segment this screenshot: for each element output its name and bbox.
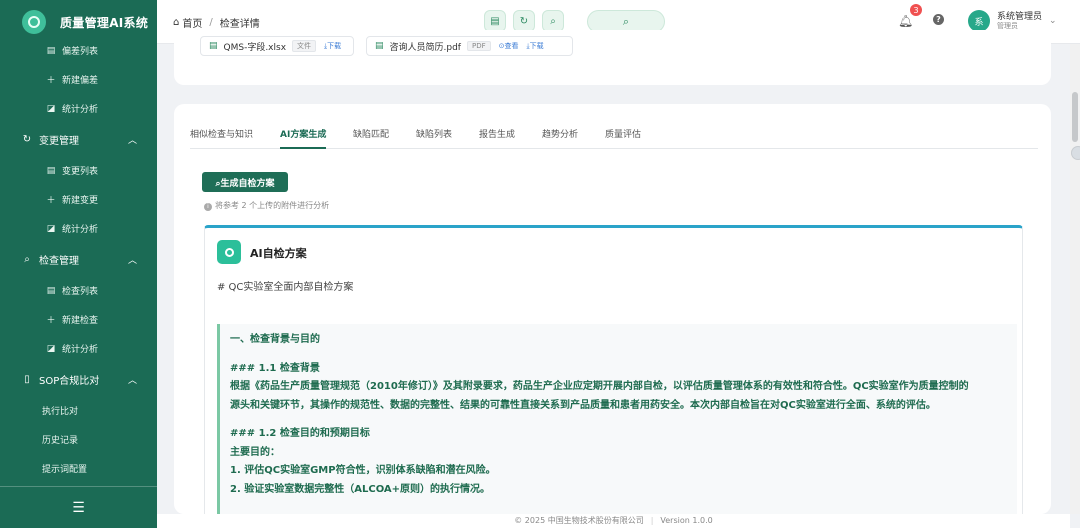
tab-ai-plan[interactable]: AI方案生成 bbox=[280, 127, 326, 140]
list-icon: ▤ bbox=[46, 45, 56, 56]
breadcrumb-separator: / bbox=[209, 17, 213, 28]
chevron-down-icon[interactable]: ⌄ bbox=[1049, 16, 1057, 26]
floating-widget[interactable] bbox=[1071, 146, 1080, 160]
attachment-type-tag: 文件 bbox=[292, 40, 317, 52]
tab-defect-match[interactable]: 缺陷匹配 bbox=[353, 127, 389, 140]
subsection-heading: ### 1.2 检查目的和预期目标 bbox=[230, 428, 370, 439]
generate-plan-button[interactable]: ⌕生成自检方案 bbox=[202, 172, 288, 192]
plus-icon: ＋ bbox=[46, 196, 56, 206]
body-line: 2. 验证实验室数据完整性（ALCOA+原则）的执行情况。 bbox=[230, 483, 491, 495]
chart-icon: ◪ bbox=[46, 343, 56, 354]
app-logo bbox=[22, 10, 46, 34]
breadcrumb: ⌂ 首页 / 检查详情 bbox=[173, 15, 260, 30]
attachment-name: QMS-字段.xlsx bbox=[223, 42, 287, 53]
sidebar-item-new-change[interactable]: ＋新建变更 bbox=[0, 185, 157, 214]
sidebar-group-sop[interactable]: ▯ SOP合规比对 ︿ bbox=[0, 363, 157, 396]
sidebar-group-change[interactable]: ↻ 变更管理 ︿ bbox=[0, 123, 157, 156]
plan-content: 一、检查背景与目的 ### 1.1 检查背景 根据《药品生产质量管理规范（201… bbox=[217, 324, 1017, 514]
version: Version 1.0.0 bbox=[660, 516, 713, 525]
attachment-item: ▤ QMS-字段.xlsx 文件 ⤓下载 bbox=[200, 36, 354, 56]
bell-icon[interactable]: 🔔︎ bbox=[898, 14, 913, 28]
attachments-card: ▤ QMS-字段.xlsx 文件 ⤓下载 ▤ 咨询人员简历.pdf PDF ⊙查… bbox=[174, 30, 1051, 85]
body-line: 源头和关键环节，其操作的规范性、数据的完整性、结果的可靠性直接关系到产品质量和患… bbox=[230, 399, 936, 411]
sidebar-menu: ▤ 偏差列表 ＋新建偏差 ◪ 统计分析 ↻ 变更管理 ︿ ▤ 变更列表 ＋新建变更 ◪ 统计… bbox=[0, 36, 157, 486]
attachment-type-tag: PDF bbox=[466, 41, 491, 51]
sidebar-item-deviation-stats[interactable]: ◪ 统计分析 bbox=[0, 94, 157, 123]
search-icon: ⌕ bbox=[622, 14, 630, 28]
list-icon: ▤ bbox=[46, 285, 56, 296]
body-line: 主要目的： bbox=[230, 446, 280, 458]
copyright: © 2025 中国生物技术股份有限公司 bbox=[514, 516, 644, 525]
document-icon: ▯ bbox=[24, 374, 30, 385]
sidebar-item-run-compare[interactable]: 执行比对 bbox=[0, 396, 157, 425]
section-heading: 一、检查背景与目的 bbox=[230, 334, 320, 345]
sidebar: ▤ 偏差列表 ＋新建偏差 ◪ 统计分析 ↻ 变更管理 ︿ ▤ 变更列表 ＋新建变更 ◪ 统计… bbox=[0, 0, 157, 528]
footer: © 2025 中国生物技术股份有限公司 | Version 1.0.0 bbox=[157, 514, 1070, 528]
document-button[interactable]: ▤ bbox=[484, 10, 506, 32]
download-link[interactable]: ⤓下载 bbox=[324, 41, 341, 51]
sidebar-item-history[interactable]: 历史记录 bbox=[0, 425, 157, 454]
sidebar-item-inspection-stats[interactable]: ◪ 统计分析 bbox=[0, 334, 157, 363]
tab-quality[interactable]: 质量评估 bbox=[605, 127, 641, 140]
sidebar-item-change-stats[interactable]: ◪ 统计分析 bbox=[0, 214, 157, 243]
home-icon: ⌂ bbox=[173, 17, 180, 28]
info-icon: i bbox=[204, 203, 212, 211]
chevron-up-icon: ︿ bbox=[128, 376, 138, 386]
body-line: 根据《药品生产质量管理规范（2010年修订）》及其附录要求，药品生产企业应定期开… bbox=[230, 381, 969, 392]
tab-bar: 相似检查与知识 AI方案生成 缺陷匹配 缺陷列表 报告生成 趋势分析 质量评估 bbox=[190, 125, 1038, 149]
attachment-name: 咨询人员简历.pdf bbox=[389, 42, 461, 53]
chevron-up-icon: ︿ bbox=[128, 136, 138, 146]
chart-icon: ◪ bbox=[46, 223, 56, 234]
tab-defect-list[interactable]: 缺陷列表 bbox=[416, 127, 452, 140]
ai-plan-panel: AI自检方案 # QC实验室全面内部自检方案 一、检查背景与目的 ### 1.1… bbox=[204, 225, 1023, 514]
plus-icon: ＋ bbox=[46, 316, 56, 326]
sidebar-collapse-button[interactable]: ☰ bbox=[0, 486, 157, 528]
breadcrumb-home[interactable]: 首页 bbox=[182, 15, 202, 30]
sidebar-group-inspection[interactable]: ⌕ 检查管理 ︿ bbox=[0, 243, 157, 276]
download-link[interactable]: ⤓下载 bbox=[527, 41, 544, 51]
document-icon: ▤ bbox=[490, 15, 500, 27]
list-icon: ▤ bbox=[46, 165, 56, 176]
chart-icon: ◪ bbox=[46, 103, 56, 114]
refresh-button[interactable]: ↻ bbox=[513, 10, 535, 32]
scrollbar-thumb[interactable] bbox=[1072, 92, 1078, 142]
breadcrumb-current: 检查详情 bbox=[219, 19, 260, 30]
sidebar-item-inspection-list[interactable]: ▤ 检查列表 bbox=[0, 276, 157, 305]
attachment-item: ▤ 咨询人员简历.pdf PDF ⊙查看 ⤓下载 bbox=[366, 36, 573, 56]
notification-badge: 3 bbox=[910, 4, 922, 16]
search-icon: ⌕ bbox=[550, 15, 556, 27]
search-button[interactable]: ⌕ bbox=[542, 10, 564, 32]
refresh-icon: ↻ bbox=[22, 134, 32, 145]
tab-trend[interactable]: 趋势分析 bbox=[542, 127, 578, 140]
view-link[interactable]: ⊙查看 bbox=[499, 41, 519, 51]
file-icon: ▤ bbox=[209, 41, 218, 51]
tab-similar-knowledge[interactable]: 相似检查与知识 bbox=[190, 127, 253, 140]
sidebar-item-change-list[interactable]: ▤ 变更列表 bbox=[0, 156, 157, 185]
attachment-hint: i 将参考 2 个上传的附件进行分析 bbox=[204, 200, 329, 211]
avatar[interactable]: 系 bbox=[968, 10, 990, 32]
app-title: 质量管理AI系统 bbox=[60, 15, 149, 30]
tab-report[interactable]: 报告生成 bbox=[479, 127, 515, 140]
refresh-icon: ↻ bbox=[519, 15, 529, 27]
file-icon: ▤ bbox=[375, 41, 384, 51]
sidebar-item-new-inspection[interactable]: ＋新建检查 bbox=[0, 305, 157, 334]
plus-icon: ＋ bbox=[46, 76, 56, 86]
sidebar-item-prompt-config[interactable]: 提示词配置 bbox=[0, 454, 157, 483]
help-icon[interactable]: ? bbox=[933, 14, 944, 25]
app-brand: 质量管理AI系统 bbox=[0, 0, 157, 44]
chevron-up-icon: ︿ bbox=[128, 256, 138, 266]
active-tab-indicator bbox=[280, 147, 326, 149]
ai-icon bbox=[217, 240, 241, 264]
ai-plan-card: 相似检查与知识 AI方案生成 缺陷匹配 缺陷列表 报告生成 趋势分析 质量评估 … bbox=[174, 104, 1051, 514]
search-icon: ⌕ bbox=[24, 254, 30, 265]
ai-plan-title: AI自检方案 bbox=[250, 247, 307, 260]
sidebar-item-new-deviation[interactable]: ＋新建偏差 bbox=[0, 65, 157, 94]
menu-icon: ☰ bbox=[72, 499, 85, 516]
subsection-heading: ### 1.1 检查背景 bbox=[230, 362, 320, 374]
plan-heading: # QC实验室全面内部自检方案 bbox=[217, 282, 354, 293]
body-line: 1. 评估QC实验室GMP符合性，识别体系缺陷和潜在风险。 bbox=[230, 465, 496, 476]
